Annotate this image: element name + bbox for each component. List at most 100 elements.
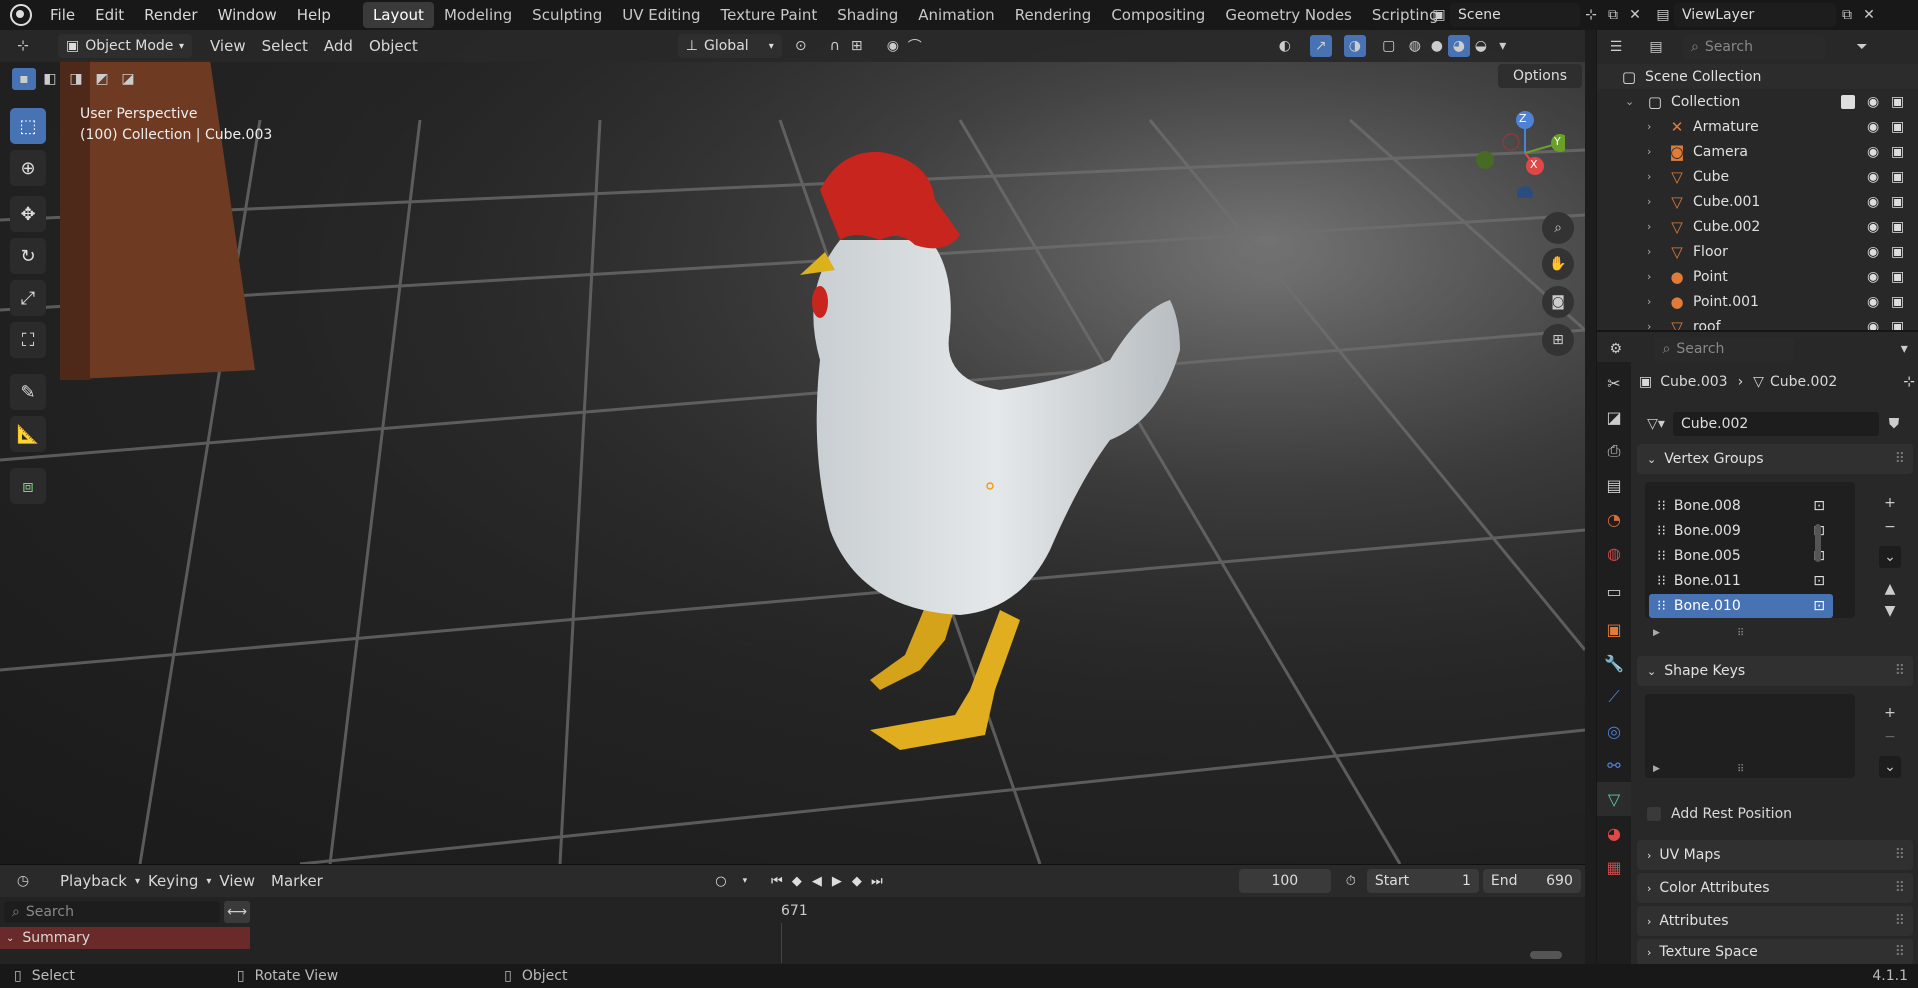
transform-tool-icon[interactable]: ⛶ [10,322,46,358]
preview-range-icon[interactable]: ⏱ [1341,871,1361,891]
vertex-group-item[interactable]: ⁝⁝ Bone.011 ⊡ [1649,569,1833,593]
visibility-icon[interactable]: ◐ [1274,35,1296,57]
collection-row[interactable]: ⌄ ▢ Collection ◉ ▣ [1597,89,1918,114]
remove-shape-key-icon[interactable]: − [1879,726,1901,748]
tab-geometry-nodes[interactable]: Geometry Nodes [1215,2,1362,28]
visibility-eye-icon[interactable]: ◉ [1867,244,1879,260]
viewport-menu-object[interactable]: Object [361,37,426,55]
keying-options-icon[interactable]: ▾ [735,871,755,891]
drag-handle-icon[interactable]: ⠿ [1895,880,1905,896]
tab-uv-editing[interactable]: UV Editing [612,2,710,28]
move-tool-icon[interactable]: ✥ [10,196,46,232]
modifier-tab-icon[interactable]: 🔧 [1597,646,1631,680]
3d-viewport[interactable]: ⊹ ▣ Object Mode ▾ View Select Add Object ⊥… [0,30,1585,864]
outliner-search-input[interactable]: ⌕ Search [1683,35,1825,59]
vertex-group-item[interactable]: ⁝⁝ Bone.008 ⊡ [1649,494,1833,518]
zoom-icon[interactable]: ⌕ [1542,212,1574,244]
playhead-line[interactable] [781,923,782,963]
editor-type-icon[interactable]: ⊹ [12,35,34,57]
vertex-group-specials-icon[interactable]: ⌄ [1879,546,1901,568]
drag-handle-icon[interactable]: ⠿ [1895,451,1905,467]
delete-view-layer-icon[interactable]: ✕ [1858,4,1880,26]
navigation-gizmo[interactable]: Z Y X [1475,108,1569,202]
uv-maps-panel-header[interactable]: › UV Maps ⠿ [1637,840,1913,870]
properties-options-icon[interactable]: ▾ [1894,338,1915,360]
shape-key-specials-icon[interactable]: ⌄ [1879,756,1901,778]
render-tab-icon[interactable]: ◪ [1597,400,1631,434]
view-layer-tab-icon[interactable]: ▤ [1597,468,1631,502]
add-vertex-group-icon[interactable]: + [1879,492,1901,514]
particles-tab-icon[interactable]: ⟋ [1597,680,1631,714]
viewport-menu-add[interactable]: Add [316,37,361,55]
timeline-menu-playback[interactable]: Playback [52,872,135,890]
expand-icon[interactable]: › [1647,195,1661,208]
next-keyframe-icon[interactable]: ◆ [847,871,867,891]
select-intersect-icon[interactable]: ◪ [116,68,140,90]
timeline-menu-keying[interactable]: Keying [140,872,206,890]
add-cube-tool-icon[interactable]: ⧈ [10,468,46,504]
outliner-item-cube-002[interactable]: › ▽ Cube.002 ◉ ▣ [1597,214,1918,239]
new-scene-icon[interactable]: ⧉ [1602,4,1624,26]
outliner-item-armature[interactable]: › ✕ Armature ◉ ▣ [1597,114,1918,139]
drag-handle-icon[interactable]: ⠿ [1895,847,1905,863]
remove-vertex-group-icon[interactable]: − [1879,516,1901,538]
vertex-group-item[interactable]: ⁝⁝Bone.005⊡ [1649,544,1833,568]
select-extend-icon[interactable]: ◧ [38,68,62,90]
list-filter-toggle-icon[interactable]: ▶ [1653,764,1660,774]
new-view-layer-icon[interactable]: ⧉ [1836,4,1858,26]
drag-handle-icon[interactable]: ⠿ [1895,944,1905,960]
play-reverse-icon[interactable]: ◀ [807,871,827,891]
expand-icon[interactable]: › [1647,295,1661,308]
swap-icon[interactable]: ⟷ [224,901,250,923]
falloff-icon[interactable]: ⌒ [904,35,926,57]
menu-help[interactable]: Help [287,6,341,24]
menu-file[interactable]: File [40,6,85,24]
outliner-item-cube-001[interactable]: › ▽ Cube.001 ◉ ▣ [1597,189,1918,214]
select-invert-icon[interactable]: ◩ [90,68,114,90]
prev-keyframe-icon[interactable]: ◆ [787,871,807,891]
mesh-name-field[interactable]: Cube.002 [1673,412,1879,436]
render-camera-icon[interactable]: ▣ [1891,219,1904,235]
expand-icon[interactable]: › [1647,270,1661,283]
gizmo-toggle-icon[interactable]: ↗ [1309,35,1332,57]
timeline-editor-icon[interactable]: ◷ [12,870,34,892]
scene-field[interactable]: Scene [1450,3,1580,27]
outliner-item-camera[interactable]: › ◙ Camera ◉ ▣ [1597,139,1918,164]
scene-browse-icon[interactable]: ▣ [1428,4,1450,26]
select-box-tool-icon[interactable]: ⬚ [10,108,46,144]
auto-keying-icon[interactable]: ○ [711,871,731,891]
list-resize-handle-icon[interactable]: ⠿ [1737,764,1744,775]
expand-icon[interactable]: › [1647,120,1661,133]
jump-start-icon[interactable]: ⏮ [767,871,787,891]
tab-shading[interactable]: Shading [827,2,908,28]
render-camera-icon[interactable]: ▣ [1891,294,1904,310]
proportional-edit-icon[interactable]: ◉ [882,35,904,57]
filter-icon[interactable]: ⏷ [1851,36,1873,58]
vertex-group-item[interactable]: ⁝⁝ Bone.010 ⊡ [1649,594,1833,618]
visibility-eye-icon[interactable]: ◉ [1867,269,1879,285]
scene-collection-row[interactable]: ▢ Scene Collection [1597,64,1918,89]
tool-tab-icon[interactable]: ✂ [1597,366,1631,400]
move-down-icon[interactable]: ▼ [1879,600,1901,622]
tab-animation[interactable]: Animation [908,2,1004,28]
menu-render[interactable]: Render [134,6,207,24]
viewport-menu-select[interactable]: Select [254,37,316,55]
move-up-icon[interactable]: ▲ [1879,578,1901,600]
play-icon[interactable]: ▶ [827,871,847,891]
visibility-eye-icon[interactable]: ◉ [1867,219,1879,235]
add-shape-key-icon[interactable]: + [1879,702,1901,724]
render-camera-icon[interactable]: ▣ [1891,169,1904,185]
outliner-item-cube[interactable]: › ▽ Cube ◉ ▣ [1597,164,1918,189]
rotate-tool-icon[interactable]: ↻ [10,238,46,274]
tab-modeling[interactable]: Modeling [434,2,522,28]
viewport-menu-view[interactable]: View [202,37,254,55]
drag-handle-icon[interactable]: ⠿ [1895,663,1905,679]
texture-tab-icon[interactable]: ▦ [1597,850,1631,884]
properties-search-input[interactable]: ⌕ Search [1654,337,1794,361]
expand-icon[interactable]: › [1647,170,1661,183]
snap-toggle-icon[interactable]: ∩ [824,35,846,57]
display-mode-icon[interactable]: ▤ [1645,36,1667,58]
list-resize-handle-icon[interactable]: ⠿ [1737,628,1744,639]
lock-icon[interactable]: ⊡ [1813,573,1825,589]
overlay-toggle-icon[interactable]: ◑ [1343,35,1366,57]
